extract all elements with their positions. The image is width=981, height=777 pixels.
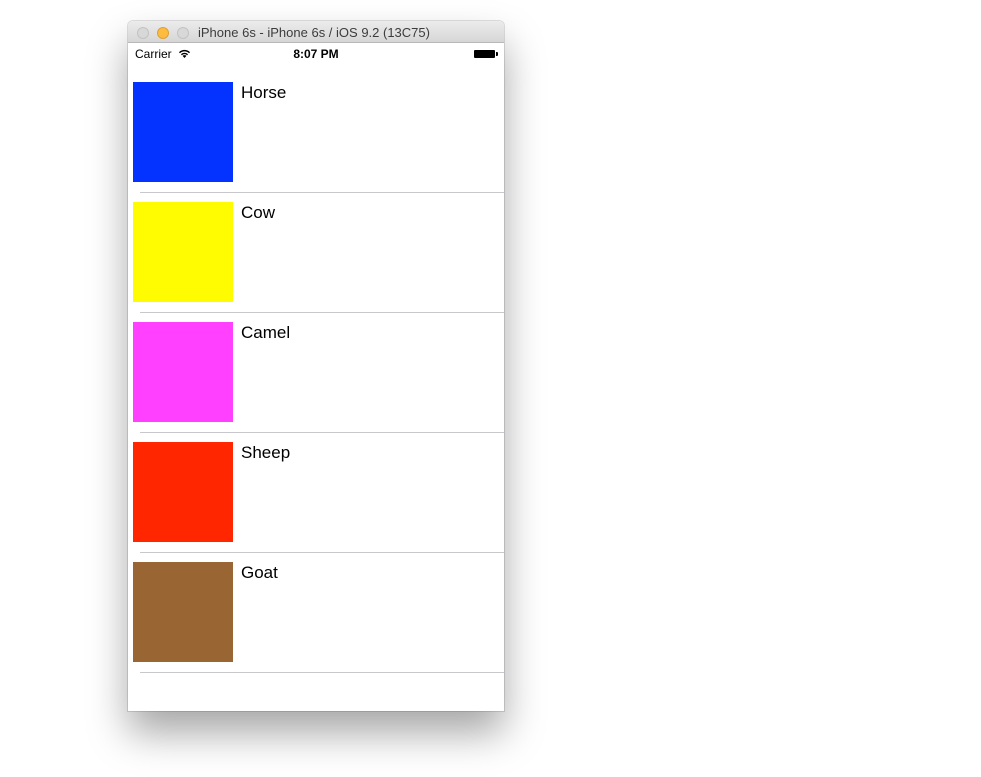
table-cell-cow[interactable]: Cow: [133, 193, 504, 313]
minimize-button[interactable]: [157, 27, 169, 39]
color-swatch: [133, 442, 233, 542]
ios-status-bar: Carrier 8:07 PM: [128, 43, 504, 63]
table-cell-goat[interactable]: Goat: [133, 553, 504, 673]
cell-label: Cow: [241, 203, 276, 222]
color-swatch: [133, 82, 233, 182]
animal-table-view[interactable]: Horse Cow Camel Sheep Goat: [128, 73, 504, 673]
cell-label: Horse: [241, 83, 287, 102]
table-cell-sheep[interactable]: Sheep: [133, 433, 504, 553]
color-swatch: [133, 322, 233, 422]
cell-label: Goat: [241, 563, 278, 582]
cell-label: Sheep: [241, 443, 291, 462]
zoom-button[interactable]: [177, 27, 189, 39]
simulator-window: iPhone 6s - iPhone 6s / iOS 9.2 (13C75) …: [128, 21, 504, 711]
color-swatch: [133, 202, 233, 302]
window-titlebar[interactable]: iPhone 6s - iPhone 6s / iOS 9.2 (13C75): [128, 21, 504, 43]
status-time: 8:07 PM: [293, 47, 339, 61]
table-cell-horse[interactable]: Horse: [133, 73, 504, 193]
battery-icon: [474, 50, 498, 58]
color-swatch: [133, 562, 233, 662]
table-cell-camel[interactable]: Camel: [133, 313, 504, 433]
cell-label: Camel: [241, 323, 291, 342]
close-button[interactable]: [137, 27, 149, 39]
window-title: iPhone 6s - iPhone 6s / iOS 9.2 (13C75): [198, 25, 430, 40]
